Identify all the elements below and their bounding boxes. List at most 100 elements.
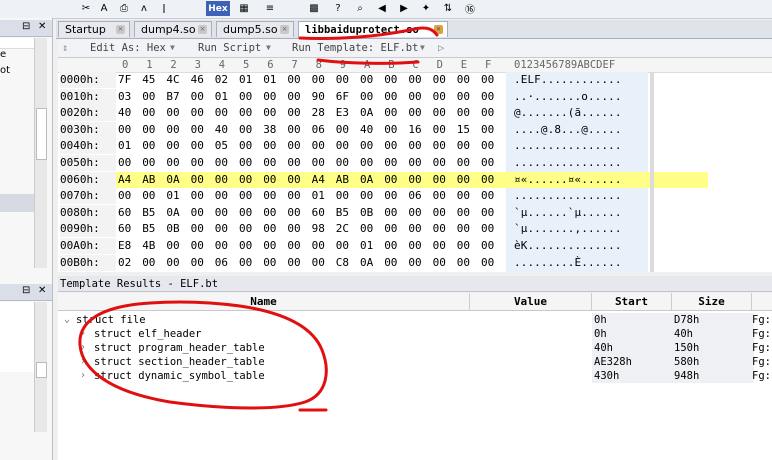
tab-dump5[interactable]: dump5.so × <box>216 21 294 37</box>
hex-byte[interactable]: 00 <box>384 72 406 88</box>
hex-byte[interactable]: 00 <box>263 172 285 188</box>
pin-icon[interactable]: ⊟ <box>22 21 30 32</box>
hex-byte[interactable]: 00 <box>287 172 309 188</box>
hex-byte[interactable]: 4C <box>166 72 188 88</box>
run-script-dropdown[interactable]: Run Script <box>198 41 261 55</box>
ascii-text[interactable]: @.......(ã...... <box>514 105 622 121</box>
hex-byte[interactable]: 00 <box>287 221 309 237</box>
edit-as-dropdown[interactable]: Edit As: Hex <box>90 41 166 55</box>
close-icon[interactable]: ✕ <box>38 285 46 296</box>
ascii-text[interactable]: ................ <box>514 138 622 154</box>
hex-byte[interactable]: 00 <box>433 72 455 88</box>
hex-byte[interactable]: 00 <box>408 172 430 188</box>
hex-byte[interactable]: 00 <box>287 138 309 154</box>
hex-byte[interactable]: 00 <box>360 155 382 171</box>
hex-byte[interactable]: 4B <box>142 238 164 254</box>
hex-byte[interactable]: 00 <box>142 138 164 154</box>
hex-byte[interactable]: 0B <box>360 205 382 221</box>
hex-byte[interactable]: 00 <box>457 105 479 121</box>
find-icon[interactable]: ⌕ <box>352 1 368 16</box>
chevron-right-icon[interactable]: › <box>80 369 86 383</box>
hex-byte[interactable]: 00 <box>360 89 382 105</box>
hex-byte[interactable]: 00 <box>166 105 188 121</box>
ascii-text[interactable]: ....@.8...@..... <box>514 122 622 138</box>
hex-byte[interactable]: 00 <box>384 205 406 221</box>
hex-byte[interactable]: 00 <box>408 238 430 254</box>
hex-byte[interactable]: 00 <box>408 105 430 121</box>
tab-libbaiduprotect[interactable]: libbaiduprotect.so × <box>298 21 448 37</box>
hex-byte[interactable]: 00 <box>118 155 140 171</box>
hex-byte[interactable]: 00 <box>433 138 455 154</box>
hex-byte[interactable]: 00 <box>481 138 503 154</box>
chevron-right-icon[interactable]: › <box>80 341 86 355</box>
hex-byte[interactable]: 00 <box>433 155 455 171</box>
hex-byte[interactable]: 60 <box>118 205 140 221</box>
hex-byte[interactable]: E3 <box>336 105 358 121</box>
hex-scrollbar[interactable] <box>650 72 654 272</box>
hex-byte[interactable]: 00 <box>263 138 285 154</box>
hex-byte[interactable]: 00 <box>433 122 455 138</box>
hex-byte[interactable]: 00 <box>384 138 406 154</box>
hex-byte[interactable]: 00 <box>433 188 455 204</box>
hex-byte[interactable]: 00 <box>336 122 358 138</box>
hex-byte[interactable]: 00 <box>312 138 334 154</box>
help-icon[interactable]: ? <box>330 1 346 16</box>
hex-byte[interactable]: 00 <box>263 188 285 204</box>
hex-byte[interactable]: 00 <box>239 221 261 237</box>
hex-byte[interactable]: 06 <box>215 255 237 271</box>
hex-byte[interactable]: 00 <box>433 255 455 271</box>
base-16-icon[interactable]: ⑯ <box>462 1 478 16</box>
hex-byte[interactable]: 00 <box>142 188 164 204</box>
hex-byte[interactable]: 0A <box>360 105 382 121</box>
chevron-down-icon[interactable]: ▼ <box>170 41 175 55</box>
hex-byte[interactable]: 00 <box>433 238 455 254</box>
template-row[interactable]: › struct dynamic_symbol_table 430h 948h Fg: <box>58 369 772 383</box>
hex-byte[interactable]: 00 <box>239 255 261 271</box>
hex-byte[interactable]: 00 <box>263 221 285 237</box>
hex-byte[interactable]: 00 <box>457 221 479 237</box>
hex-byte[interactable]: 0A <box>166 172 188 188</box>
hex-mode-button[interactable]: Hex <box>206 1 230 16</box>
hex-byte[interactable]: 00 <box>481 172 503 188</box>
hex-byte[interactable]: 00 <box>287 205 309 221</box>
hex-byte[interactable]: 28 <box>312 105 334 121</box>
hex-byte[interactable]: 6F <box>336 89 358 105</box>
hex-byte[interactable]: A4 <box>118 172 140 188</box>
close-tab-icon[interactable]: × <box>280 25 289 34</box>
hex-byte[interactable]: 00 <box>481 155 503 171</box>
hex-byte[interactable]: A4 <box>312 172 334 188</box>
hex-byte[interactable]: 00 <box>360 188 382 204</box>
column-name[interactable]: Name <box>58 293 470 310</box>
hex-byte[interactable]: 00 <box>118 188 140 204</box>
hex-byte[interactable]: 00 <box>142 155 164 171</box>
hex-byte[interactable]: C8 <box>336 255 358 271</box>
hex-byte[interactable]: 00 <box>457 188 479 204</box>
hex-byte[interactable]: 01 <box>312 188 334 204</box>
column-start[interactable]: Start <box>592 293 672 310</box>
hex-byte[interactable]: 00 <box>287 255 309 271</box>
hex-byte[interactable]: 00 <box>481 255 503 271</box>
ascii-text[interactable]: `µ.......,...... <box>514 221 622 237</box>
hex-byte[interactable]: 00 <box>263 155 285 171</box>
hex-byte[interactable]: 00 <box>191 89 213 105</box>
hex-byte[interactable]: 98 <box>312 221 334 237</box>
hex-byte[interactable]: 00 <box>457 89 479 105</box>
hex-byte[interactable]: 00 <box>142 255 164 271</box>
hex-byte[interactable]: 00 <box>433 221 455 237</box>
ascii-text[interactable]: ¤«......¤«...... <box>514 172 622 188</box>
hex-byte[interactable]: AB <box>336 172 358 188</box>
ascii-text[interactable]: .........È...... <box>514 255 622 271</box>
hex-byte[interactable]: 00 <box>384 221 406 237</box>
font-icon[interactable]: ʌ <box>136 1 152 16</box>
hex-byte[interactable]: 00 <box>263 89 285 105</box>
hex-byte[interactable]: 00 <box>191 188 213 204</box>
hex-byte[interactable]: 00 <box>118 122 140 138</box>
hex-byte[interactable]: 00 <box>287 89 309 105</box>
column-size[interactable]: Size <box>672 293 752 310</box>
hex-byte[interactable]: 0A <box>166 205 188 221</box>
hex-byte[interactable]: 00 <box>384 105 406 121</box>
run-icon[interactable]: ▷ <box>438 41 444 55</box>
hex-byte[interactable]: 01 <box>215 89 237 105</box>
hex-byte[interactable]: 00 <box>336 238 358 254</box>
hex-byte[interactable]: 00 <box>239 238 261 254</box>
